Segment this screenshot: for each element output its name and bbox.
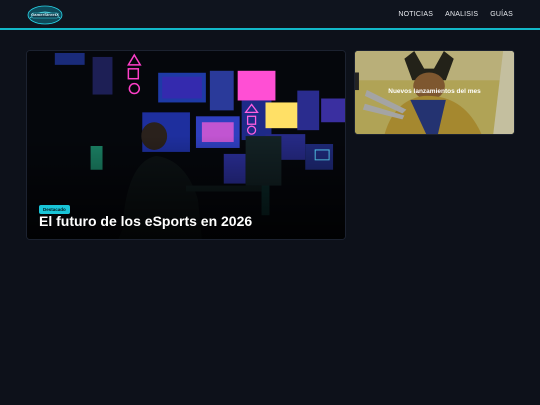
secondary-article-title[interactable]: Nuevos lanzamientos del mes [355, 88, 514, 96]
main-nav: NOTICIAS ANALISIS GUÍAS [398, 10, 513, 19]
logo-text: GamerStreetX [31, 12, 59, 17]
secondary-article-card[interactable]: Nuevos lanzamientos del mes [354, 50, 515, 135]
nav-link-analisis[interactable]: ANALISIS [445, 10, 478, 19]
nav-link-guias[interactable]: GUÍAS [490, 10, 513, 19]
nav-link-noticias[interactable]: NOTICIAS [398, 10, 433, 19]
featured-article-title[interactable]: El futuro de los eSports en 2026 [39, 213, 252, 229]
top-navigation-bar: GamerStreetX NOTICIAS ANALISIS GUÍAS [0, 0, 540, 30]
featured-image-overlay [27, 51, 345, 239]
featured-article-card[interactable]: Destacado El futuro de los eSports en 20… [26, 50, 346, 240]
